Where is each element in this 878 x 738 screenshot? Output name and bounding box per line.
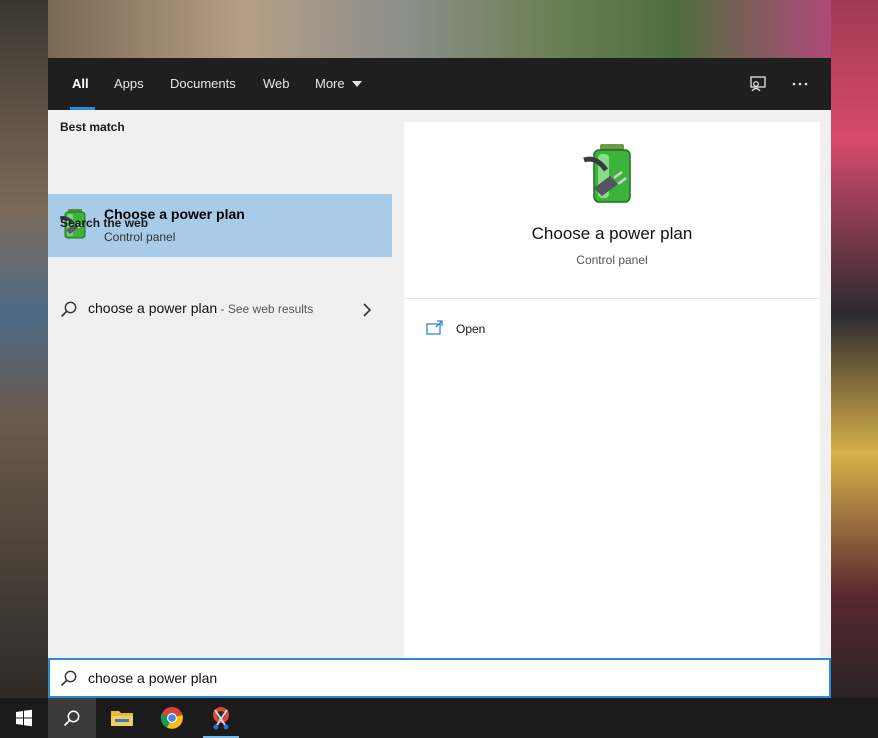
tab-all[interactable]: All [70,58,95,110]
taskbar-file-explorer[interactable] [98,698,146,738]
taskbar-snip-sketch[interactable] [197,698,245,738]
search-icon [60,300,78,323]
web-result-text: choose a power plan - See web results [88,300,313,316]
taskbar [0,698,878,738]
chrome-icon [160,707,183,729]
wallpaper-left [0,0,48,698]
search-icon [60,669,78,692]
chevron-right-icon[interactable] [362,302,372,323]
results-list: Best match Choose a power plan Control p… [48,110,392,658]
open-window-icon [426,320,444,341]
preview-divider [404,298,820,299]
wallpaper-top [48,0,831,58]
caret-down-icon [351,80,362,87]
feedback-icon[interactable] [746,72,770,96]
web-result-query: choose a power plan [88,300,218,316]
start-button[interactable] [0,698,48,738]
search-web-heading: Search the web [60,216,149,230]
ellipsis-icon[interactable] [788,72,812,96]
search-flyout: All Apps Documents Web More Best match C… [48,58,831,698]
search-input[interactable]: choose a power plan [48,658,831,698]
best-match-subtitle: Control panel [104,230,176,244]
taskbar-chrome[interactable] [148,698,196,738]
preview-title: Choose a power plan [531,224,693,243]
file-explorer-icon [111,711,133,726]
preview-pane: Choose a power plan Control panel Open [404,122,820,658]
battery-plug-large-icon [582,140,642,211]
open-button[interactable]: Open [426,318,546,342]
tab-more[interactable]: More [315,58,362,110]
web-search-result[interactable]: choose a power plan - See web results [48,292,392,328]
windows-logo-icon [16,709,32,727]
wallpaper-right [831,0,878,698]
snip-sketch-icon [213,707,229,730]
tab-documents[interactable]: Documents [170,58,236,110]
open-label: Open [456,322,486,336]
filter-tabs-bar: All Apps Documents Web More [48,58,831,110]
tab-web[interactable]: Web [263,58,290,110]
search-icon [63,710,80,727]
preview-subtitle: Control panel [576,253,648,267]
tab-more-label: More [315,76,345,91]
best-match-heading: Best match [60,120,125,134]
tab-apps[interactable]: Apps [114,58,144,110]
search-input-value: choose a power plan [88,670,218,686]
taskbar-search-button[interactable] [48,698,96,738]
web-result-hint: - See web results [217,302,314,316]
